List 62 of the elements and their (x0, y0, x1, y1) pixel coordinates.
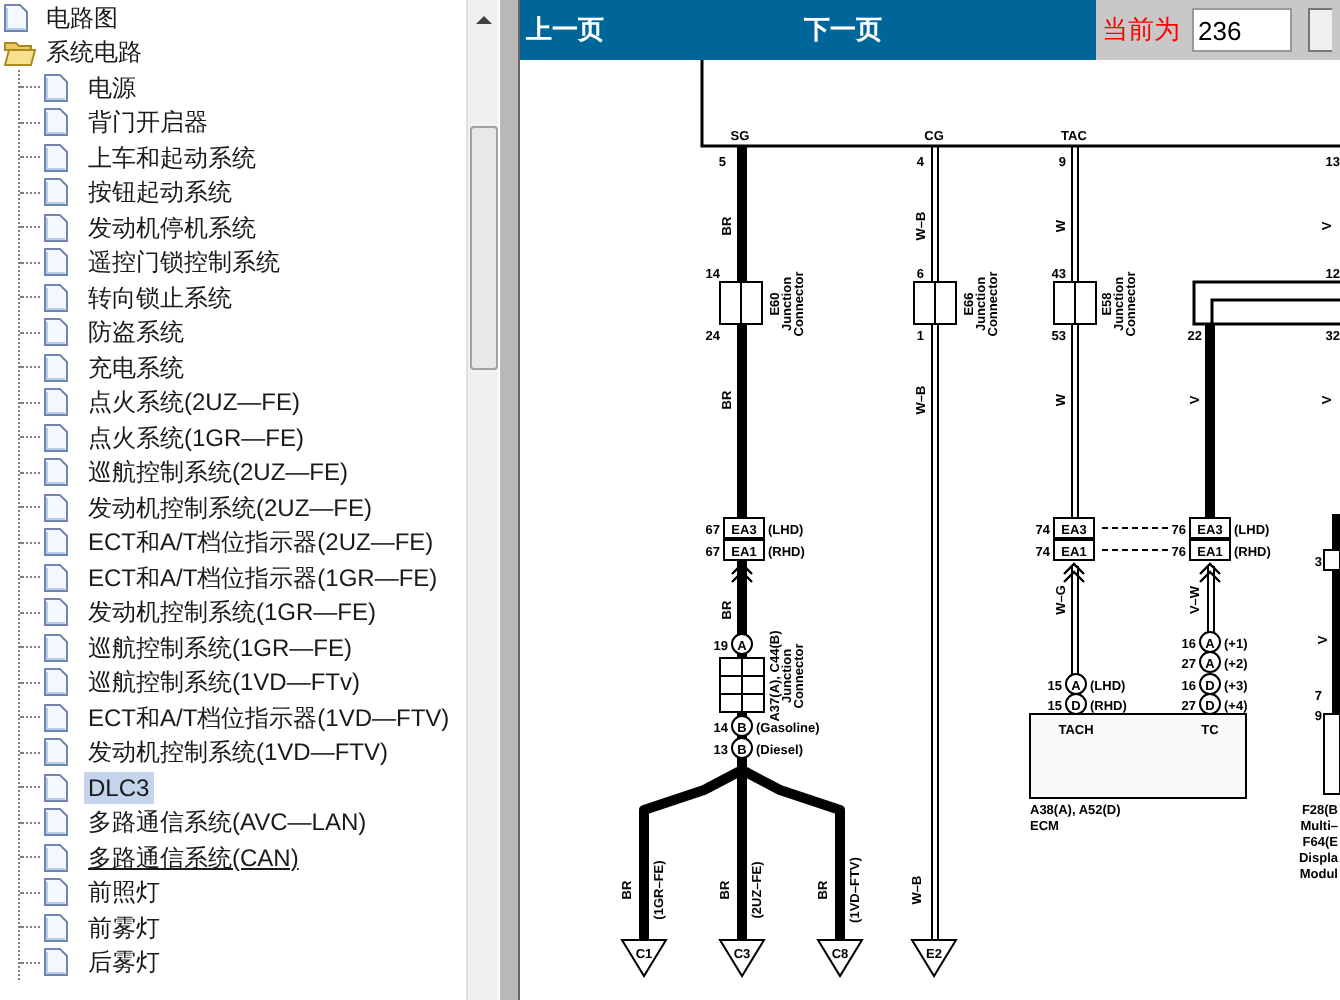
document-icon (44, 143, 68, 172)
tree-item[interactable]: 遥控门锁控制系统 (84, 246, 284, 279)
document-icon (44, 738, 68, 767)
tree-item[interactable]: 发动机停机系统 (84, 211, 260, 244)
document-icon (44, 388, 68, 417)
tree-item[interactable]: 电源 (84, 71, 140, 104)
document-icon (44, 318, 68, 347)
tree-item[interactable]: ECT和A/T档位指示器(1GR—FE) (84, 561, 442, 594)
document-icon (44, 493, 68, 522)
tree-item[interactable]: 巡航控制系统(2UZ—FE) (84, 456, 352, 489)
scrollbar-thumb[interactable] (470, 126, 498, 370)
tree-item[interactable]: 前雾灯 (84, 911, 164, 944)
tree-item[interactable]: 背门开启器 (84, 106, 212, 139)
tree-item[interactable]: 发动机控制系统(1GR—FE) (84, 596, 380, 629)
tree-item[interactable]: 多路通信系统(AVC—LAN) (84, 806, 371, 839)
document-icon (44, 633, 68, 662)
document-icon (44, 948, 68, 977)
document-icon (44, 703, 68, 732)
tree-item[interactable]: 点火系统(2UZ—FE) (84, 386, 304, 419)
tree-item[interactable]: 发动机控制系统(1VD—FTV) (84, 736, 392, 769)
document-icon (44, 528, 68, 557)
document-icon (44, 878, 68, 907)
document-icon (44, 458, 68, 487)
tree-item[interactable]: 前照灯 (84, 876, 164, 909)
tree-item[interactable]: 充电系统 (84, 351, 188, 384)
tree-item[interactable]: 点火系统(1GR—FE) (84, 421, 308, 454)
go-button[interactable] (1308, 8, 1332, 52)
vertical-scrollbar[interactable] (466, 0, 498, 1000)
scroll-up-icon[interactable] (476, 16, 492, 24)
document-icon (44, 73, 68, 102)
tree-item[interactable]: 电路图 (42, 1, 122, 34)
tree-item[interactable]: 系统电路 (42, 36, 146, 69)
document-icon (44, 283, 68, 312)
tree-item[interactable]: DLC3 (84, 771, 154, 804)
previous-page-button[interactable]: 上一页 (526, 10, 604, 50)
document-icon (44, 353, 68, 382)
document-icon (44, 668, 68, 697)
document-icon (44, 248, 68, 277)
document-icon (44, 108, 68, 137)
document-icon (44, 773, 68, 802)
tree-item[interactable]: 转向锁止系统 (84, 281, 236, 314)
document-icon (44, 843, 68, 872)
document-icon (44, 913, 68, 942)
tree-item[interactable]: 上车和起动系统 (84, 141, 260, 174)
document-icon (44, 178, 68, 207)
document-icon (44, 563, 68, 592)
tree-item[interactable]: 后雾灯 (84, 946, 164, 979)
next-page-button[interactable]: 下一页 (804, 10, 882, 50)
document-icon (44, 598, 68, 627)
tree-item[interactable]: 发动机控制系统(2UZ—FE) (84, 491, 376, 524)
tree-item[interactable]: 巡航控制系统(1VD—FTv) (84, 666, 364, 699)
document-icon (44, 213, 68, 242)
document-icon (44, 423, 68, 452)
tree-item[interactable]: ECT和A/T档位指示器(1VD—FTV) (84, 701, 454, 734)
tree-item[interactable]: 巡航控制系统(1GR—FE) (84, 631, 356, 664)
current-page-label: 当前为 (1102, 12, 1180, 49)
page-number-field[interactable]: 236 (1192, 8, 1292, 52)
tree-item[interactable]: 按钮起动系统 (84, 176, 236, 209)
tree-item[interactable]: ECT和A/T档位指示器(2UZ—FE) (84, 526, 438, 559)
tree-item[interactable]: 多路通信系统(CAN) (84, 841, 303, 874)
tree-item[interactable]: 防盗系统 (84, 316, 188, 349)
document-icon (44, 808, 68, 837)
